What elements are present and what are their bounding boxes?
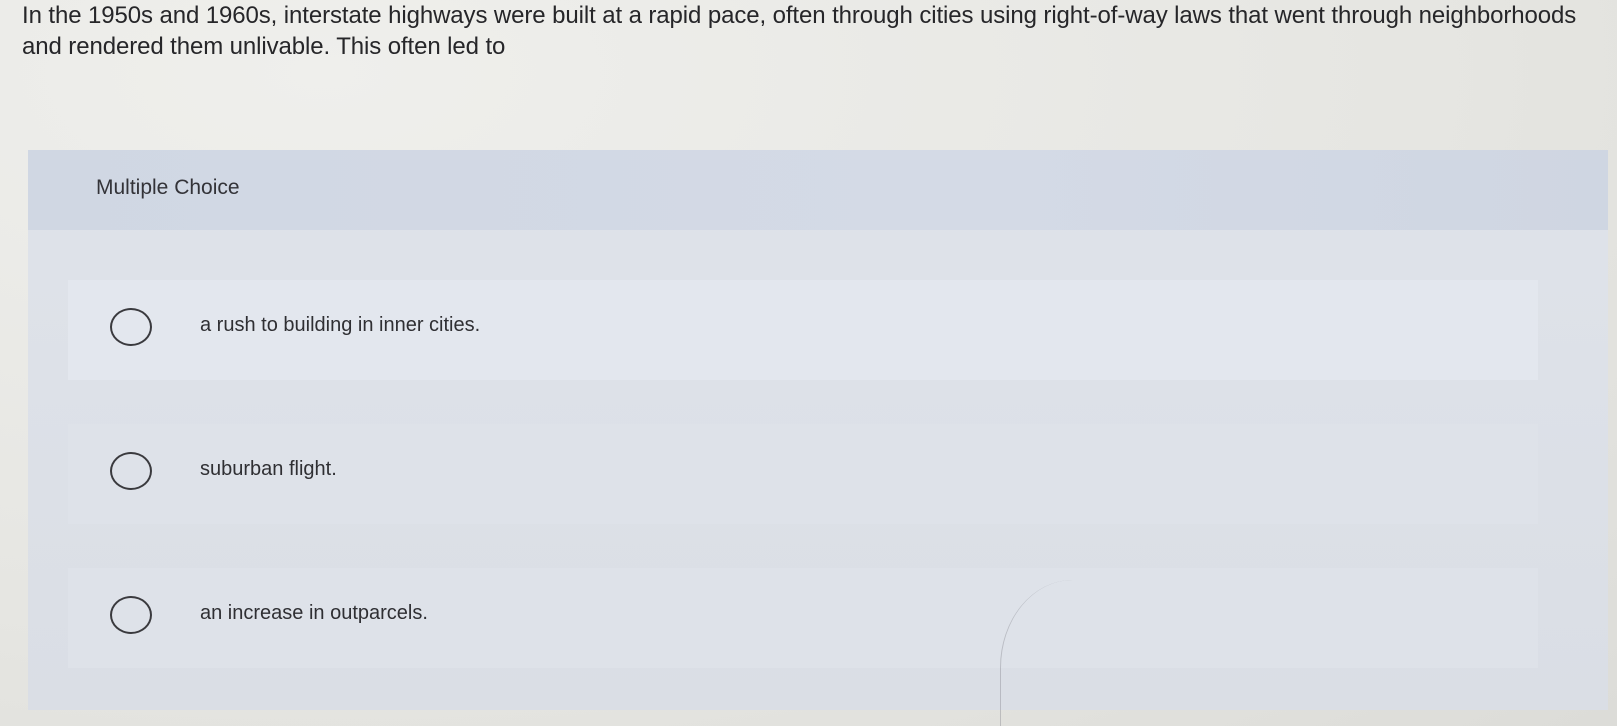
choice-list: a rush to building in inner cities. subu… <box>68 280 1538 712</box>
choice-option-1-label: a rush to building in inner cities. <box>200 314 481 336</box>
radio-unchecked-icon[interactable] <box>110 308 152 346</box>
radio-unchecked-icon[interactable] <box>110 452 152 490</box>
question-text: In the 1950s and 1960s, interstate highw… <box>22 2 1577 60</box>
multiple-choice-label: Multiple Choice <box>96 176 240 199</box>
page: In the 1950s and 1960s, interstate highw… <box>0 0 1617 726</box>
choice-option-3-label: an increase in outparcels. <box>200 602 428 624</box>
choice-option-2-label: suburban flight. <box>200 458 337 480</box>
choice-option-2[interactable]: suburban flight. <box>68 424 1538 524</box>
choice-option-3[interactable]: an increase in outparcels. <box>68 568 1538 668</box>
choice-option-1[interactable]: a rush to building in inner cities. <box>68 280 1538 380</box>
multiple-choice-header: Multiple Choice <box>28 150 1608 230</box>
radio-unchecked-icon[interactable] <box>110 596 152 634</box>
